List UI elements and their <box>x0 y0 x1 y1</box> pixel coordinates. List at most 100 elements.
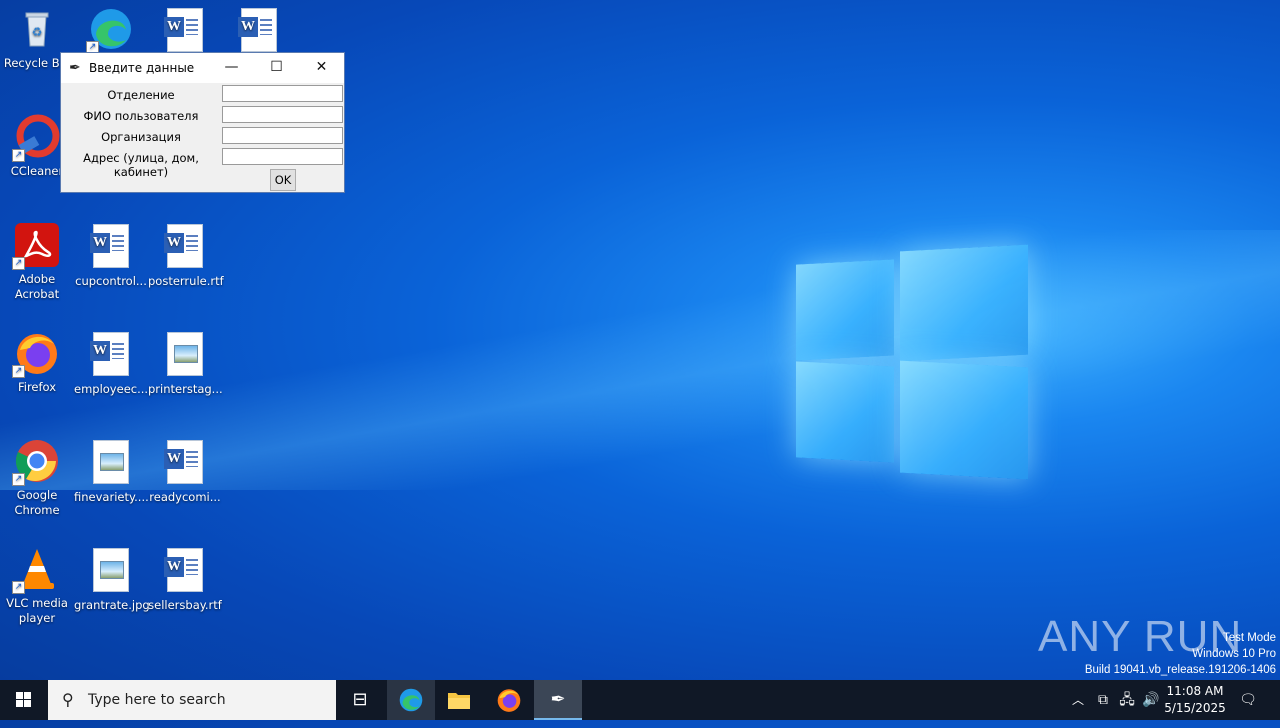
recycle-bin-icon: ♻ <box>14 6 60 52</box>
svg-text:♻: ♻ <box>32 25 43 39</box>
word-document-icon: W <box>90 224 129 268</box>
address-label: Адрес (улица, дом, кабинет) <box>83 151 199 179</box>
icon-label: cupcontrol... <box>75 274 147 288</box>
desktop-icon-google-chrome[interactable]: ↗ Google Chrome <box>0 438 74 518</box>
image-file-icon <box>93 548 129 592</box>
test-mode-watermark: Test Mode Windows 10 Pro Build 19041.vb_… <box>1085 630 1276 678</box>
icon-label: finevariety.... <box>74 490 149 504</box>
address-input[interactable] <box>222 148 343 165</box>
start-button[interactable] <box>0 680 48 720</box>
desktop-icon-adobe-acrobat[interactable]: ↗ Adobe Acrobat <box>0 222 74 302</box>
field-row-user-name: ФИО пользователя <box>61 105 345 126</box>
field-row-organization: Организация <box>61 126 345 147</box>
desktop-icon-posterrule[interactable]: W posterrule.rtf <box>148 222 224 289</box>
icon-label: readycomi... <box>149 490 221 504</box>
icon-label: employeec... <box>74 382 149 396</box>
windows-wallpaper-logo <box>796 242 1028 480</box>
watermark-line-1: Test Mode <box>1222 632 1276 644</box>
user-name-label: ФИО пользователя <box>83 109 199 123</box>
taskbar-dialog-app-button[interactable]: ✒ <box>534 680 582 720</box>
word-document-icon: W <box>164 440 203 484</box>
icon-label: sellersbay.rtf <box>148 598 222 612</box>
minimize-icon: — <box>224 59 239 75</box>
taskbar-search-box[interactable]: ⚲ Type here to search <box>48 680 336 720</box>
edge-icon: ↗ <box>86 6 134 54</box>
desktop-icon-employeec[interactable]: W employeec... <box>74 330 148 397</box>
icon-label: Google Chrome <box>14 488 60 517</box>
taskbar-file-explorer-button[interactable] <box>435 680 483 720</box>
watermark-line-3: Build 19041.vb_release.191206-1406 <box>1084 664 1276 676</box>
dialog-titlebar[interactable]: ✒ Введите данные — ☐ ✕ <box>61 53 344 83</box>
image-file-icon <box>93 440 129 484</box>
user-name-input[interactable] <box>222 106 343 123</box>
desktop-icon-word-doc-2[interactable]: W <box>222 6 296 52</box>
desktop-icon-edge[interactable]: ↗ <box>74 6 148 56</box>
feather-icon: ✒ <box>69 60 81 76</box>
close-icon: ✕ <box>315 59 328 75</box>
icon-label: VLC media player <box>6 596 68 625</box>
adobe-acrobat-icon: ↗ <box>12 222 60 270</box>
icon-label: posterrule.rtf <box>148 274 224 288</box>
taskbar-firefox-button[interactable] <box>485 680 533 720</box>
image-file-icon <box>167 332 203 376</box>
word-document-icon: W <box>238 8 277 52</box>
search-icon: ⚲ <box>62 690 74 709</box>
shortcut-arrow-icon: ↗ <box>12 365 25 378</box>
organization-input[interactable] <box>222 127 343 144</box>
word-document-icon: W <box>164 548 203 592</box>
icon-label: CCleaner <box>10 164 64 178</box>
vlc-icon: ↗ <box>12 546 60 594</box>
shortcut-arrow-icon: ↗ <box>12 581 25 594</box>
desktop-icon-vlc[interactable]: ↗ VLC media player <box>0 546 74 626</box>
department-label: Отделение <box>107 88 175 102</box>
feather-icon: ✒ <box>550 689 566 710</box>
desktop-icon-firefox[interactable]: ↗ Firefox <box>0 330 74 395</box>
system-clock[interactable]: 11:08 AM 5/15/2025 <box>1160 683 1230 717</box>
volume-button[interactable]: 🔊 <box>1140 680 1162 720</box>
department-input[interactable] <box>222 85 343 102</box>
shortcut-arrow-icon: ↗ <box>12 257 25 270</box>
task-view-button[interactable]: ⊟ <box>336 680 384 720</box>
field-row-department: Отделение <box>61 84 345 105</box>
search-placeholder: Type here to search <box>88 692 226 708</box>
desktop-icon-sellersbay[interactable]: W sellersbay.rtf <box>148 546 222 613</box>
desktop-icon-readycomi[interactable]: W readycomi... <box>148 438 222 505</box>
taskbar-edge-button[interactable] <box>387 680 435 720</box>
action-center-button[interactable]: 🗨 <box>1232 680 1264 720</box>
tray-device-icon-button[interactable]: ⧉ <box>1092 680 1114 720</box>
chevron-up-icon: ︿ <box>1071 693 1084 707</box>
show-hidden-icons-button[interactable]: ︿ <box>1068 680 1088 720</box>
ccleaner-icon: ↗ <box>12 114 60 162</box>
icon-label: Adobe Acrobat <box>14 272 60 301</box>
watermark-line-2: Windows 10 Pro <box>1192 648 1276 660</box>
icon-label: Firefox <box>17 380 57 394</box>
desktop-icon-word-doc-1[interactable]: W <box>148 6 222 52</box>
close-button[interactable]: ✕ <box>299 53 344 83</box>
device-icon: ⧉ <box>1098 692 1108 708</box>
ok-button[interactable]: OK <box>270 169 296 191</box>
speaker-icon: 🔊 <box>1142 692 1160 708</box>
desktop-icon-printerstag[interactable]: printerstag... <box>148 330 223 397</box>
desktop-icon-cupcontrol[interactable]: W cupcontrol... <box>74 222 148 289</box>
input-dialog: ✒ Введите данные — ☐ ✕ Отделение ФИО пол… <box>60 52 345 193</box>
dialog-title: Введите данные <box>89 61 195 75</box>
desktop-icon-finevariety[interactable]: finevariety.... <box>74 438 149 505</box>
word-document-icon: W <box>90 332 129 376</box>
windows-icon <box>16 692 32 708</box>
shortcut-arrow-icon: ↗ <box>12 149 25 162</box>
maximize-button[interactable]: ☐ <box>254 53 299 83</box>
chrome-icon: ↗ <box>12 438 60 486</box>
shortcut-arrow-icon: ↗ <box>12 473 25 486</box>
maximize-icon: ☐ <box>270 59 283 75</box>
notification-icon: 🗨 <box>1239 692 1257 708</box>
desktop-icon-grantrate[interactable]: grantrate.jpg <box>74 546 150 613</box>
network-button[interactable]: 🖧 <box>1116 680 1138 720</box>
edge-icon <box>399 688 423 712</box>
clock-time: 11:08 AM <box>1166 684 1224 698</box>
folder-icon <box>448 693 470 709</box>
minimize-button[interactable]: — <box>209 53 254 83</box>
task-view-icon: ⊟ <box>352 689 368 710</box>
clock-date: 5/15/2025 <box>1164 701 1226 715</box>
field-row-address: Адрес (улица, дом, кабинет) <box>61 147 345 179</box>
taskbar: ⚲ Type here to search ⊟ ✒ ︿ ⧉ 🖧 🔊 11:08 … <box>0 680 1280 720</box>
